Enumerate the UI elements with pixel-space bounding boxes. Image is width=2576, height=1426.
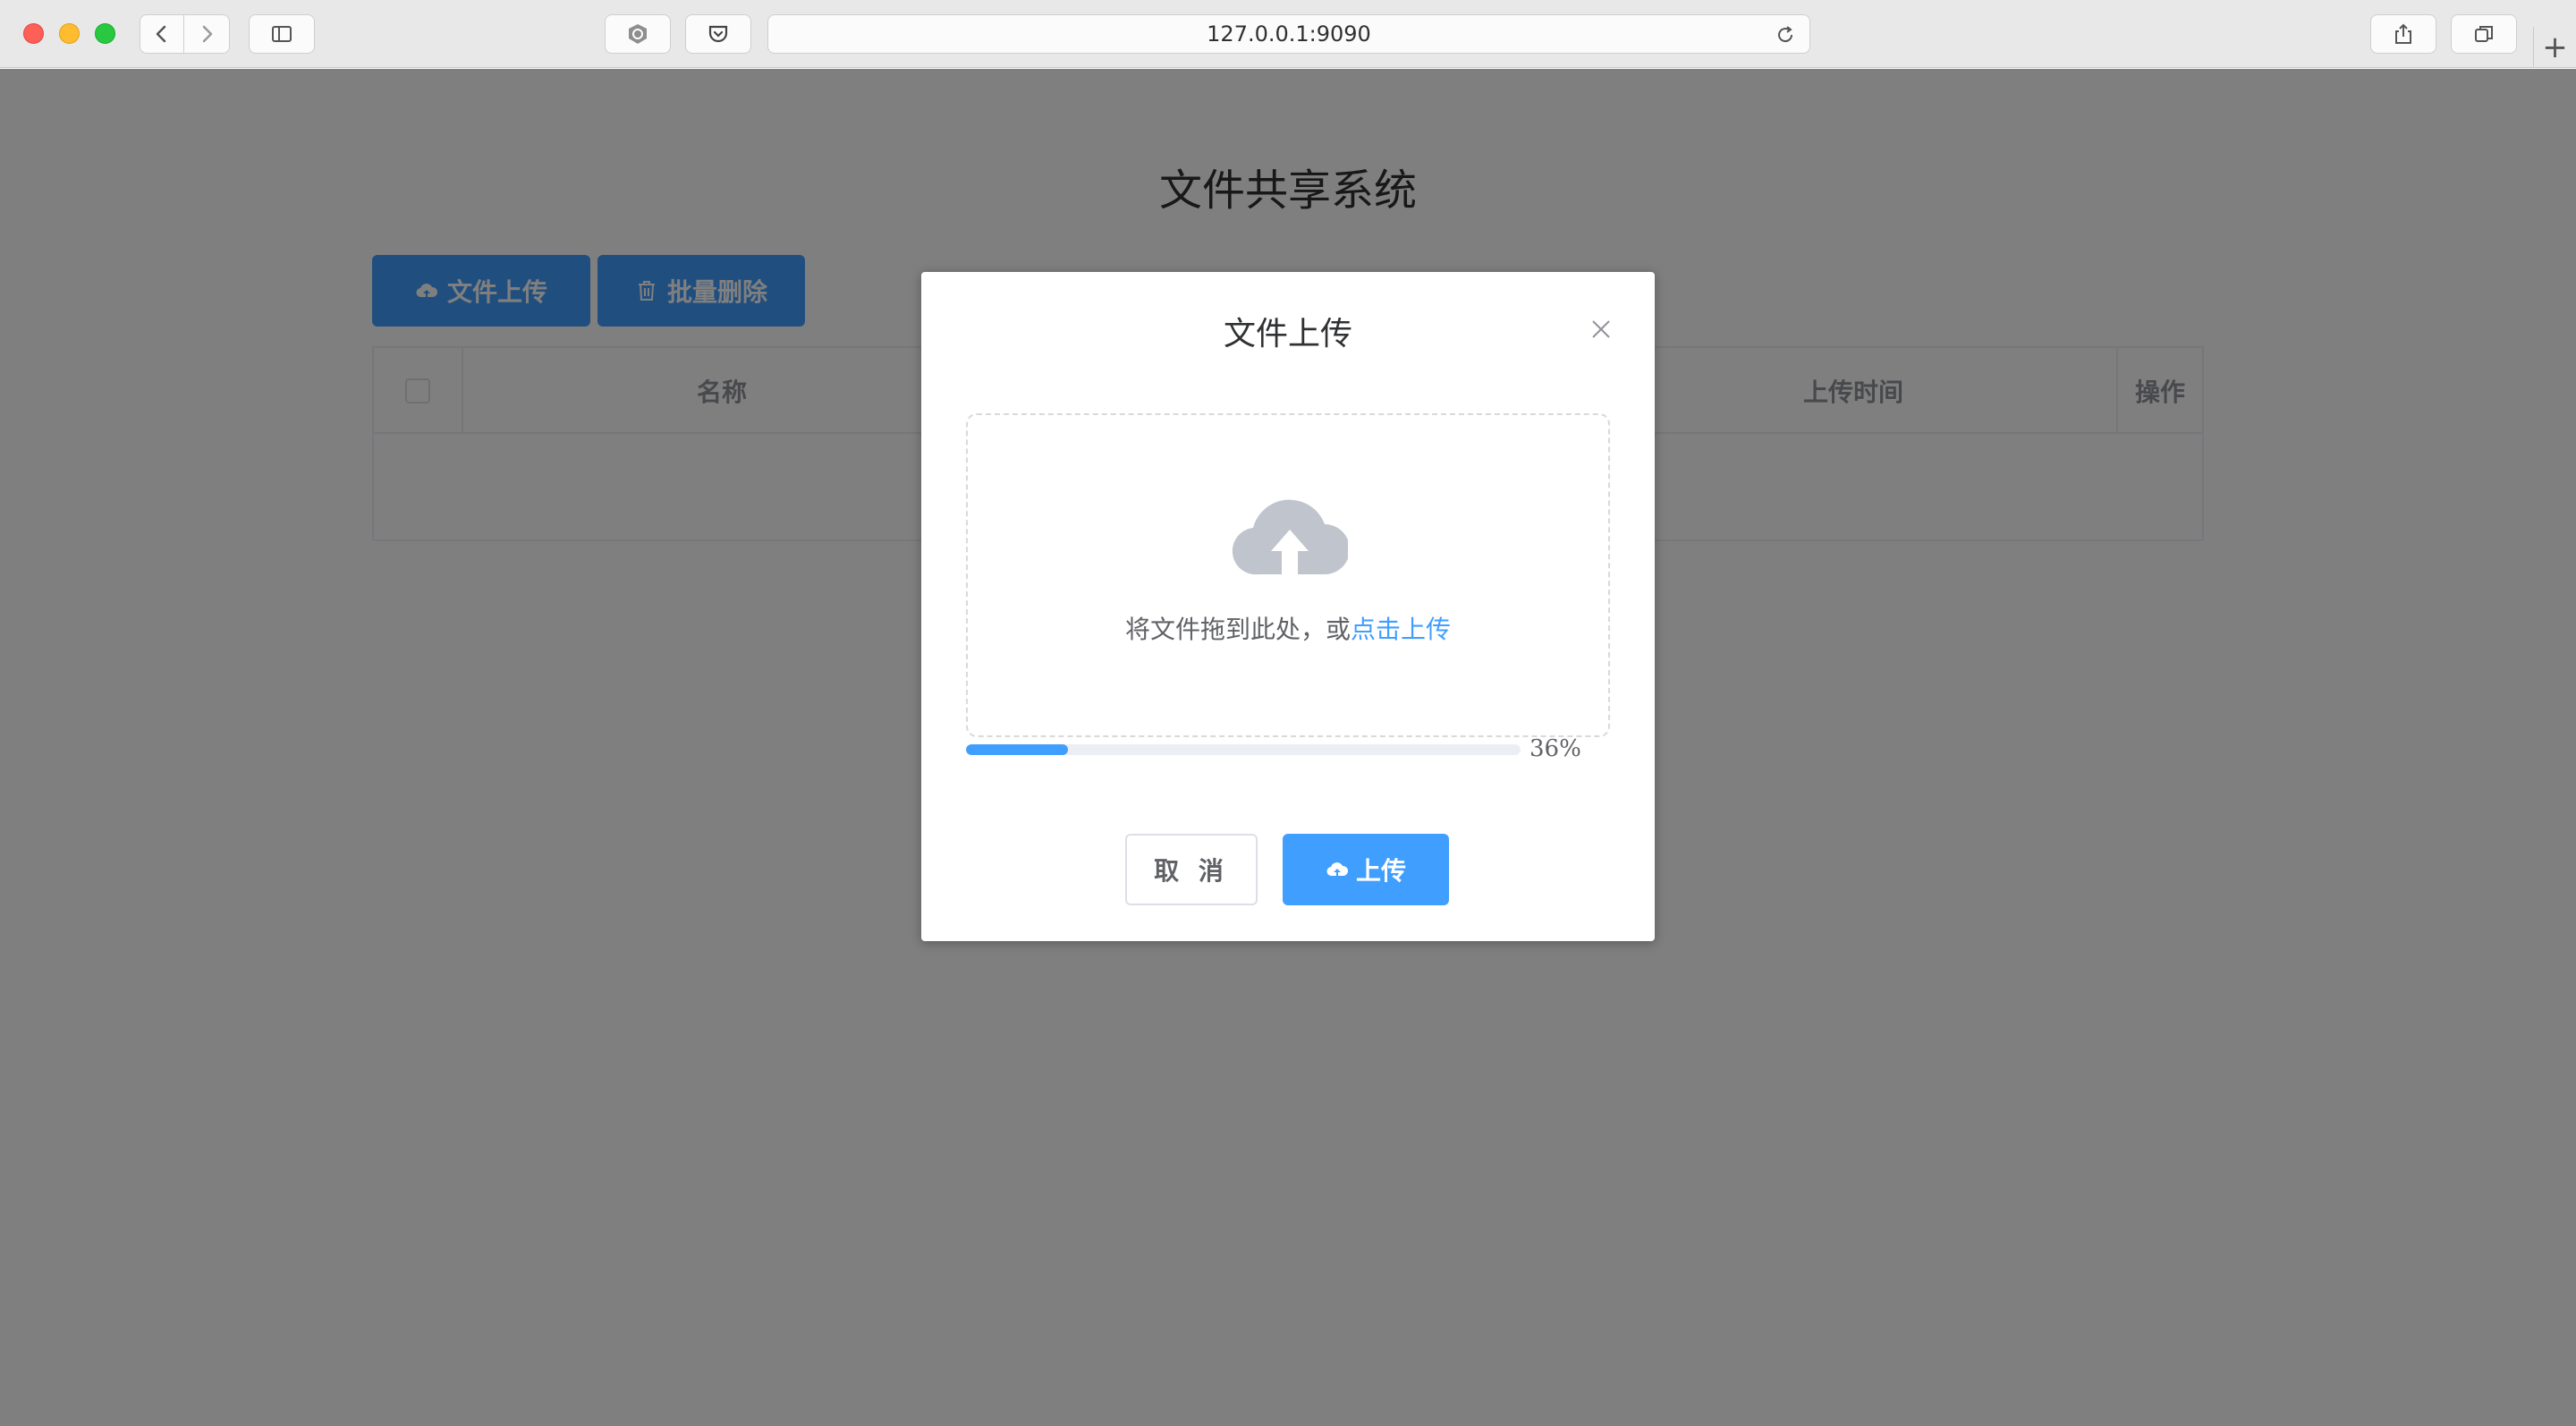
reload-icon[interactable] (1774, 23, 1797, 47)
confirm-upload-button[interactable]: 上传 (1283, 834, 1449, 905)
cancel-button[interactable]: 取 消 (1125, 834, 1258, 905)
cloud-upload-icon (1326, 862, 1349, 877)
upload-progress-text: 36% (1530, 735, 1581, 762)
confirm-upload-label: 上传 (1355, 856, 1406, 886)
pocket-button[interactable] (685, 14, 751, 54)
close-icon[interactable] (1589, 317, 1614, 342)
drop-hint-text: 将文件拖到此处，或 (1124, 615, 1351, 644)
cloud-upload-icon (1232, 499, 1348, 576)
url-text: 127.0.0.1:9090 (1207, 21, 1371, 47)
window-minimize-button[interactable] (59, 23, 80, 44)
share-button[interactable] (2370, 14, 2436, 54)
upload-dialog: 文件上传 将文件拖到此处，或点击上传 36% 取 消 上传 (921, 272, 1655, 941)
sidebar-toggle-button[interactable] (249, 14, 315, 54)
browser-toolbar: 127.0.0.1:9090 + (0, 0, 2576, 68)
back-button[interactable] (140, 14, 184, 54)
upload-dropzone[interactable]: 将文件拖到此处，或点击上传 (966, 413, 1610, 737)
drop-hint: 将文件拖到此处，或点击上传 (968, 610, 1608, 646)
dialog-title: 文件上传 (1223, 316, 1352, 352)
forward-button[interactable] (183, 14, 230, 54)
upload-progress-bar (966, 744, 1521, 755)
tabs-overview-icon (2475, 26, 2493, 42)
sidebar-icon (272, 26, 292, 42)
new-tab-button[interactable]: + (2533, 27, 2576, 68)
chevron-left-icon (156, 25, 166, 43)
address-bar[interactable]: 127.0.0.1:9090 (767, 14, 1810, 54)
chevron-right-icon (202, 25, 213, 43)
pocket-icon (708, 25, 728, 43)
window-close-button[interactable] (23, 23, 44, 44)
shield-icon (629, 24, 647, 44)
privacy-report-button[interactable] (605, 14, 671, 54)
upload-progress-fill (966, 744, 1068, 755)
window-maximize-button[interactable] (95, 23, 115, 44)
show-tabs-button[interactable] (2451, 14, 2517, 54)
share-icon (2395, 23, 2411, 44)
click-upload-link[interactable]: 点击上传 (1351, 615, 1451, 644)
